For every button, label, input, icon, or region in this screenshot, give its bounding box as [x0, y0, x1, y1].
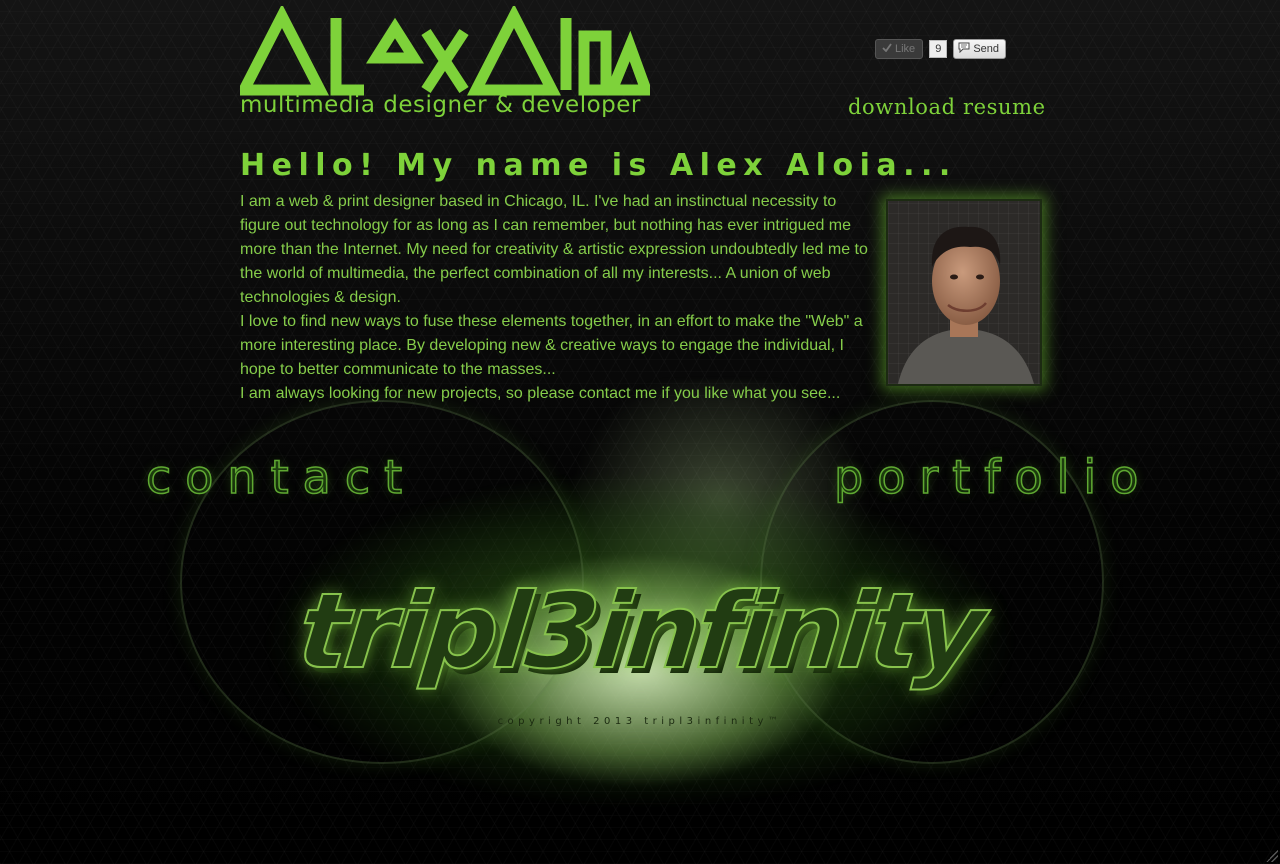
- copyright-text: copyright 2013 tripl3infinity™: [497, 716, 783, 727]
- bio-paragraph: I am always looking for new projects, so…: [240, 385, 841, 402]
- facebook-like-button[interactable]: Like: [875, 39, 924, 59]
- facebook-widget: Like 9 Send: [875, 39, 1007, 59]
- nav-portfolio-link[interactable]: portfolio: [833, 449, 1152, 505]
- nav-contact-link[interactable]: contact: [145, 449, 416, 505]
- resize-grip-icon[interactable]: [1266, 850, 1278, 862]
- facebook-like-count: 9: [929, 40, 948, 58]
- facebook-send-button[interactable]: Send: [953, 39, 1007, 59]
- facebook-like-label: Like: [895, 43, 916, 55]
- intro-heading: Hello! My name is Alex Aloia...: [240, 148, 957, 183]
- download-resume-link[interactable]: download resume: [848, 95, 1046, 119]
- bio-paragraph: I love to find new ways to fuse these el…: [240, 313, 863, 378]
- facebook-send-label: Send: [973, 43, 1000, 55]
- profile-photo: [886, 199, 1042, 386]
- checkmark-icon: [882, 43, 892, 55]
- send-message-icon: [958, 42, 970, 56]
- bio-paragraph: I am a web & print designer based in Chi…: [240, 193, 868, 306]
- bio-text: I am a web & print designer based in Chi…: [240, 190, 870, 406]
- brand-wordmark: tripl3infinity: [292, 569, 988, 693]
- tagline: multimedia designer & developer: [240, 92, 641, 118]
- site-logo[interactable]: [240, 6, 650, 98]
